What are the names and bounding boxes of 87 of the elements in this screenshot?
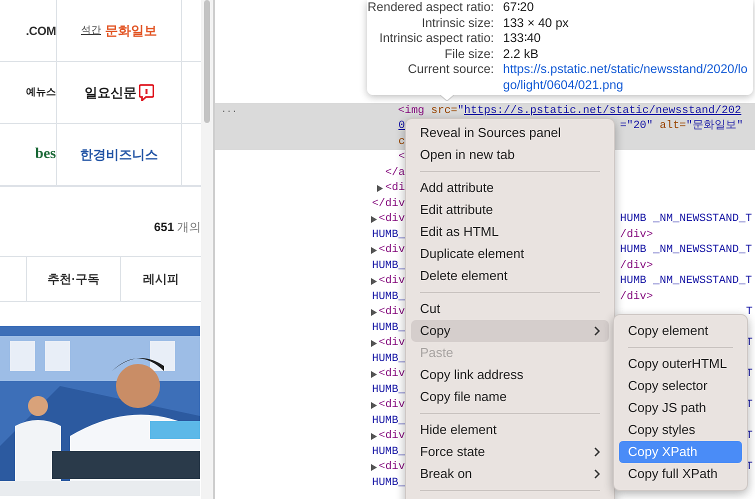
code-text: <div bbox=[378, 305, 405, 320]
code-text: HUMB_ bbox=[372, 444, 405, 460]
logo-text: 일요신문 bbox=[84, 84, 136, 102]
code-text: < bbox=[398, 150, 405, 165]
menu-item[interactable]: Duplicate element bbox=[411, 243, 609, 265]
scrollbar[interactable] bbox=[201, 0, 213, 499]
logo-prefix: 석간 bbox=[81, 24, 101, 38]
code-text: <div bbox=[378, 398, 405, 413]
menu-item[interactable]: Cut bbox=[411, 298, 609, 320]
code-text: </div bbox=[372, 196, 405, 212]
logo-text: 문화일보 bbox=[105, 22, 157, 40]
code-text: 0 bbox=[398, 119, 405, 134]
source-link[interactable]: https://s.pstatic.net/static/newsstand/2020/logo/light/0604/021.png bbox=[503, 62, 749, 93]
code-text: <div bbox=[378, 336, 405, 351]
code-text: /div> bbox=[620, 258, 654, 274]
row-marker: ... bbox=[221, 106, 238, 116]
menu-item[interactable]: Copy bbox=[411, 320, 609, 342]
code-text: <img src="https://s.pstatic.net/static/newsstand/202 bbox=[398, 104, 742, 116]
logo-text: bes bbox=[35, 145, 56, 164]
expand-triangle-icon[interactable] bbox=[377, 184, 384, 192]
code-text: HUMB _NM_NEWSSTAND_T bbox=[620, 274, 752, 289]
expand-triangle-icon[interactable] bbox=[370, 464, 377, 471]
code-text: HUMB_ bbox=[372, 476, 405, 490]
code-text: </a bbox=[385, 166, 405, 180]
code-text: <div bbox=[378, 429, 405, 444]
count-unit: 개의 bbox=[177, 219, 201, 236]
code-text: /div> bbox=[620, 228, 654, 242]
menu-item[interactable]: Break on bbox=[411, 463, 609, 485]
menu-item[interactable]: Copy full XPath bbox=[619, 463, 742, 485]
menu-item[interactable]: Reveal in Sources panel bbox=[411, 122, 609, 144]
menu-item[interactable]: Copy element bbox=[619, 320, 742, 342]
code-text: ="20" alt="문화일보" bbox=[620, 118, 744, 134]
expand-triangle-icon[interactable] bbox=[370, 246, 377, 254]
logo-text: 한경비즈니스 bbox=[80, 146, 158, 164]
expand-triangle-icon[interactable] bbox=[370, 278, 377, 285]
menu-item[interactable]: Edit attribute bbox=[411, 199, 609, 221]
code-text: HUMB_ bbox=[372, 352, 405, 366]
code-text: <div bbox=[378, 460, 405, 475]
expand-triangle-icon[interactable] bbox=[370, 370, 377, 378]
code-text: HUMB _NM_NEWSSTAND_T bbox=[620, 243, 752, 258]
info-value: 2.2 kB bbox=[503, 46, 540, 62]
code-text: <div bbox=[378, 367, 405, 382]
code-text: HUMB_ bbox=[372, 290, 405, 304]
info-label: Current source: bbox=[406, 62, 494, 78]
menu-item[interactable]: Copy styles bbox=[619, 419, 742, 441]
code-text: <div bbox=[378, 212, 405, 227]
info-label: Intrinsic size: bbox=[420, 16, 494, 31]
menu-item[interactable]: Delete element bbox=[411, 265, 609, 287]
code-text: HUMB _NM_NEWSSTAND_T bbox=[620, 212, 752, 227]
count-number: 651 bbox=[154, 219, 174, 236]
menu-item[interactable]: Copy outerHTML bbox=[619, 353, 742, 375]
logo-text: .COM bbox=[26, 22, 56, 40]
category-tab[interactable]: 추천·구독 bbox=[27, 257, 121, 301]
expand-triangle-icon[interactable] bbox=[370, 402, 377, 409]
code-text: HUMB_ bbox=[372, 320, 405, 336]
category-tab[interactable]: 레시피 bbox=[121, 257, 201, 301]
info-label: File size: bbox=[444, 46, 494, 62]
expand-triangle-icon[interactable] bbox=[370, 216, 377, 223]
code-text: HUMB_ bbox=[372, 382, 405, 398]
menu-item[interactable]: Copy file name bbox=[411, 386, 609, 408]
speech-bubble-icon bbox=[138, 84, 154, 101]
code-text: T bbox=[746, 305, 753, 320]
code-text: HUMB_ bbox=[372, 414, 405, 428]
code-text: HUMB_ bbox=[372, 228, 405, 242]
code-text: <di bbox=[385, 181, 405, 196]
menu-item[interactable]: Copy link address bbox=[411, 364, 609, 386]
expand-triangle-icon[interactable] bbox=[370, 340, 377, 347]
code-text: HUMB_ bbox=[372, 258, 405, 274]
info-value: 133 × 40 px bbox=[503, 16, 570, 31]
menu-item[interactable]: Open in new tab bbox=[411, 144, 609, 166]
menu-item[interactable]: Force state bbox=[411, 441, 609, 463]
info-label: Rendered aspect ratio: bbox=[367, 0, 494, 16]
menu-item[interactable]: Edit as HTML bbox=[411, 221, 609, 243]
expand-triangle-icon[interactable] bbox=[370, 432, 377, 440]
info-value: 133∶40 bbox=[503, 31, 542, 46]
code-text: /div> bbox=[620, 290, 654, 304]
info-label: Intrinsic aspect ratio: bbox=[378, 31, 494, 46]
menu-item[interactable]: Copy JS path bbox=[619, 397, 742, 419]
menu-item[interactable]: Hide element bbox=[411, 419, 609, 441]
menu-item[interactable]: Add attribute bbox=[411, 177, 609, 199]
code-text: <div bbox=[378, 243, 405, 258]
logo-text: 예뉴스 bbox=[26, 86, 56, 100]
info-value: 67∶20 bbox=[503, 0, 535, 16]
menu-item[interactable]: Copy selector bbox=[619, 375, 742, 397]
code-text: <div bbox=[378, 274, 405, 289]
expand-triangle-icon[interactable] bbox=[370, 308, 377, 316]
code-text: c bbox=[398, 134, 405, 150]
